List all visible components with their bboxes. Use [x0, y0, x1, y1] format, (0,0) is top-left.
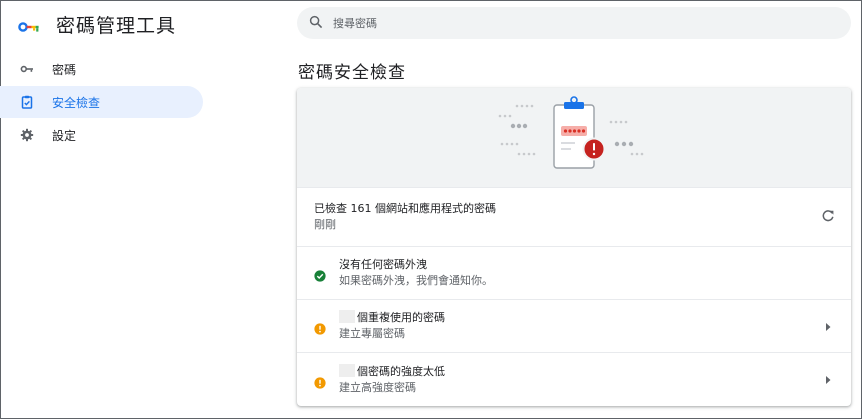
- compromised-passwords-primary: 沒有任何密碼外洩: [339, 258, 427, 271]
- password-manager-logo-icon: [18, 18, 40, 32]
- refresh-button[interactable]: [821, 208, 835, 227]
- sidebar-item-safety-check[interactable]: 安全檢查: [0, 86, 203, 118]
- gear-icon: [20, 128, 34, 142]
- reused-passwords-row[interactable]: 個重複使用的密碼 建立專屬密碼: [297, 299, 851, 352]
- safety-check-banner: [297, 88, 851, 187]
- warning-circle-icon: [314, 374, 326, 389]
- refresh-icon: [821, 208, 835, 227]
- reused-passwords-primary: 個重複使用的密碼: [357, 311, 445, 324]
- compromised-passwords-row: 沒有任何密碼外洩 如果密碼外洩，我們會通知你。: [297, 246, 851, 299]
- redacted-count: [339, 310, 355, 323]
- checked-summary-secondary: 剛剛: [314, 218, 336, 231]
- app-title: 密碼管理工具: [56, 14, 177, 37]
- reused-passwords-open-button[interactable]: [821, 319, 835, 333]
- reused-passwords-primary-line: 個重複使用的密碼: [339, 310, 445, 326]
- sidebar-item-label: 安全檢查: [52, 95, 101, 110]
- search-input[interactable]: [333, 16, 813, 30]
- checked-summary-primary: 已檢查 161 個網站和應用程式的密碼: [314, 202, 496, 215]
- check-circle-icon: [314, 267, 326, 282]
- reused-passwords-secondary: 建立專屬密碼: [339, 327, 405, 340]
- sidebar: 密碼管理工具 密碼 安全檢查 設定: [0, 0, 210, 419]
- compromised-passwords-secondary: 如果密碼外洩，我們會通知你。: [339, 274, 493, 287]
- search-bar: [297, 7, 851, 39]
- shield-check-icon: [20, 95, 34, 109]
- checked-summary-row: 已檢查 161 個網站和應用程式的密碼 剛剛: [297, 187, 851, 246]
- key-icon: [20, 62, 34, 76]
- weak-passwords-primary: 個密碼的強度太低: [357, 364, 445, 378]
- weak-passwords-row[interactable]: 個密碼的強度太低 建立高強度密碼: [297, 352, 851, 406]
- weak-passwords-secondary: 建立高強度密碼: [339, 380, 416, 394]
- safety-check-card: 已檢查 161 個網站和應用程式的密碼 剛剛 沒有任何密碼外洩 如果密碼外洩，我…: [297, 88, 851, 406]
- chevron-right-icon: [824, 317, 832, 336]
- compromised-passwords-text: 沒有任何密碼外洩 如果密碼外洩，我們會通知你。: [339, 257, 493, 289]
- clipboard-illustration-icon: [498, 96, 644, 169]
- weak-passwords-open-button[interactable]: [821, 373, 835, 387]
- sidebar-item-settings[interactable]: 設定: [0, 119, 210, 151]
- checked-summary-text: 已檢查 161 個網站和應用程式的密碼 剛剛: [314, 201, 496, 233]
- sidebar-item-label: 密碼: [52, 62, 77, 77]
- search-icon: [309, 14, 323, 33]
- chevron-right-icon: [824, 370, 832, 389]
- page-title: 密碼安全檢查: [298, 63, 406, 83]
- weak-passwords-text: 個密碼的強度太低 建立高強度密碼: [339, 363, 445, 396]
- warning-circle-icon: [314, 320, 326, 335]
- weak-passwords-primary-line: 個密碼的強度太低: [339, 363, 445, 380]
- app-header: 密碼管理工具: [18, 10, 176, 38]
- sidebar-nav: 密碼 安全檢查 設定: [0, 53, 210, 152]
- sidebar-item-passwords[interactable]: 密碼: [0, 53, 210, 85]
- sidebar-item-label: 設定: [52, 128, 77, 143]
- redacted-count: [339, 363, 355, 377]
- reused-passwords-text: 個重複使用的密碼 建立專屬密碼: [339, 310, 445, 342]
